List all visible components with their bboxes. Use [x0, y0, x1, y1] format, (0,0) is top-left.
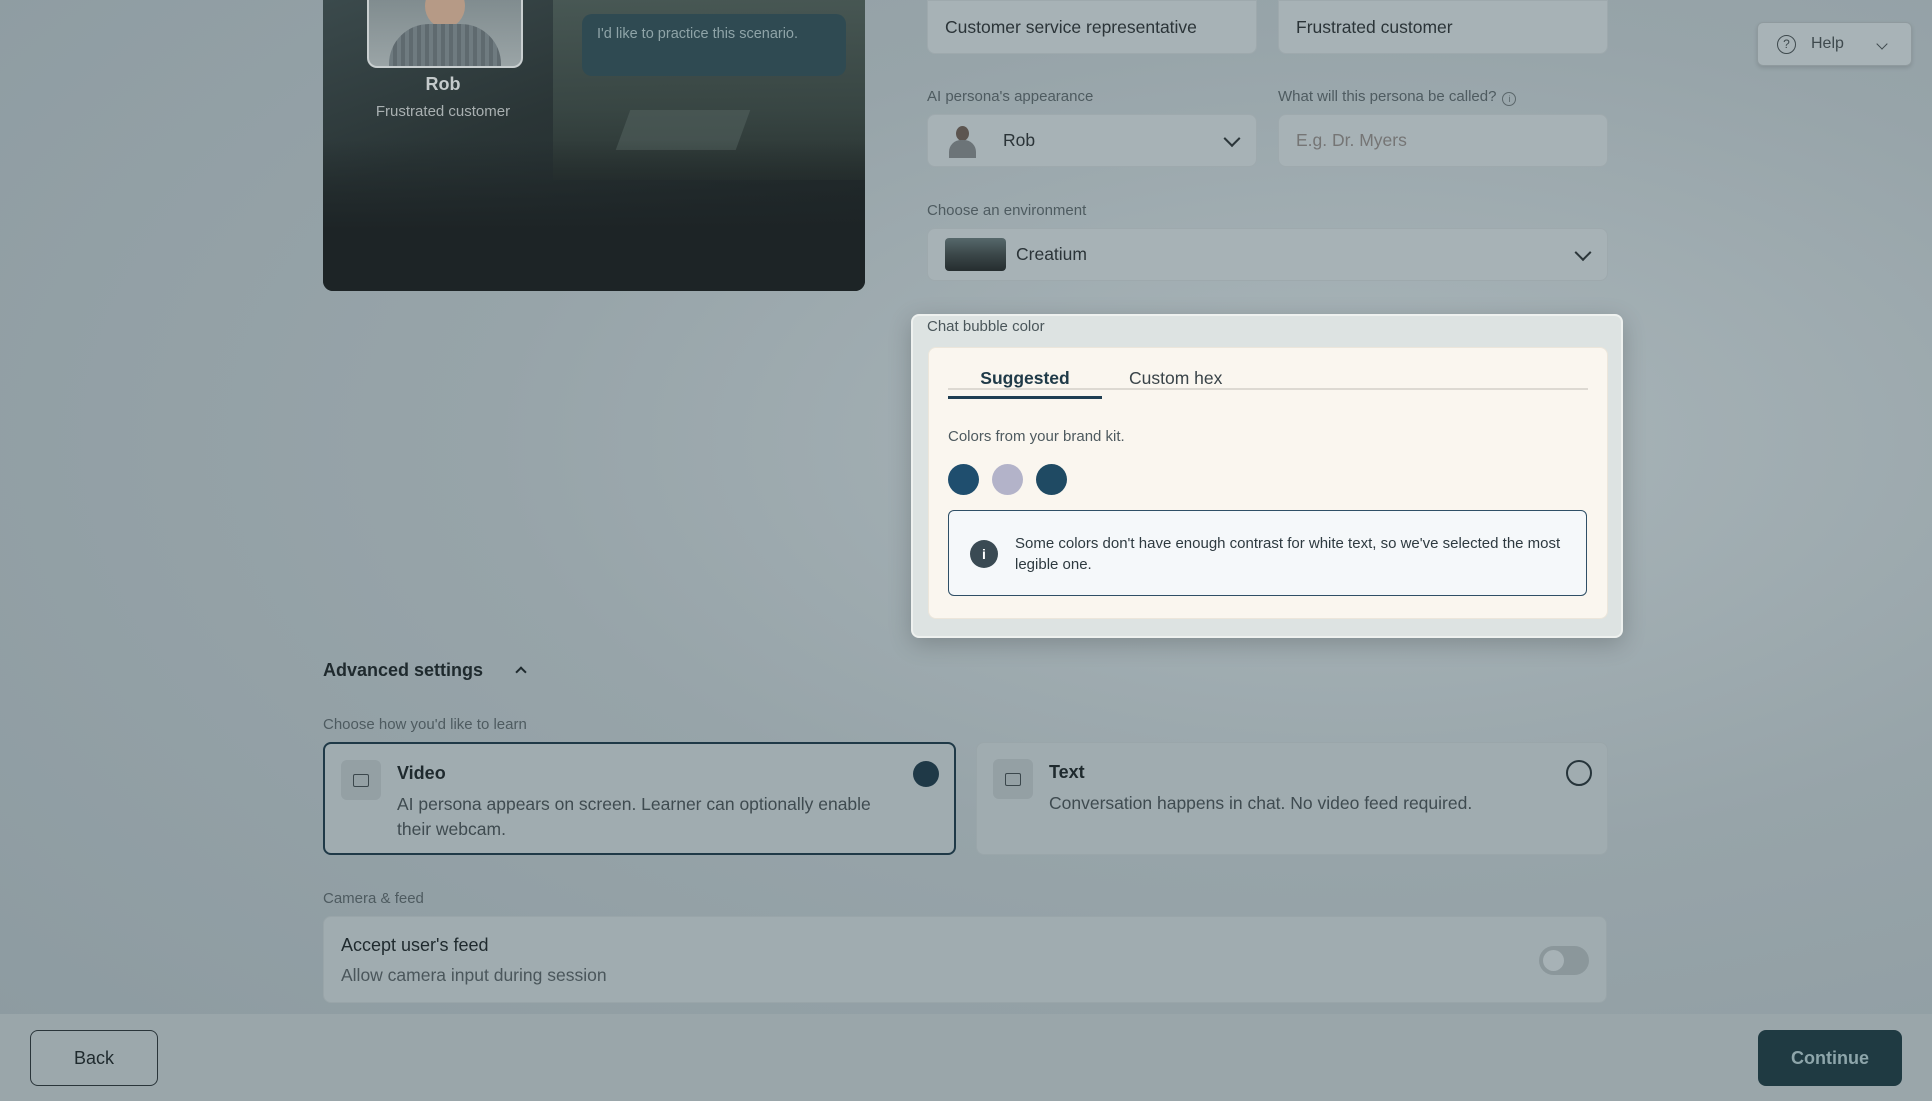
appearance-label: AI persona's appearance [927, 88, 1094, 105]
footer-bar [0, 1014, 1932, 1101]
preview-speech-bubble: I'd like to practice this scenario. [582, 14, 846, 76]
chevron-down-icon [1574, 243, 1592, 261]
color-picker: Suggested Custom hex Colors from your br… [928, 347, 1608, 619]
info-icon[interactable]: i [1502, 92, 1517, 106]
chat-icon [993, 759, 1033, 799]
color-tabs: Suggested Custom hex [948, 362, 1588, 399]
chevron-down-icon [1223, 129, 1241, 147]
color-swatch[interactable] [1036, 464, 1067, 495]
color-swatch[interactable] [948, 464, 979, 495]
environment-selected-value: Creatium [1016, 244, 1087, 264]
appearance-selected-value: Rob [1003, 130, 1036, 150]
environment-label: Choose an environment [927, 202, 1087, 219]
ai-role-field[interactable]: Frustrated customer [1278, 0, 1608, 54]
chat-bubble-color-panel: Chat bubble color Suggested Custom hex C… [911, 314, 1623, 638]
mode-description: AI persona appears on screen. Learner ca… [397, 794, 871, 839]
scenario-preview: Rob Frustrated customer I'd like to prac… [323, 0, 865, 291]
accept-feed-description: Allow camera input during session [341, 965, 607, 985]
accept-feed-title: Accept user's feed [341, 935, 489, 955]
tab-suggested[interactable]: Suggested [948, 368, 1102, 399]
chat-bubble-color-label: Chat bubble color [927, 318, 1045, 335]
back-button[interactable]: Back [30, 1030, 158, 1086]
preview-persona-role: Frustrated customer [375, 103, 511, 120]
persona-name-input[interactable] [1278, 114, 1608, 167]
mode-description: Conversation happens in chat. No video f… [1049, 793, 1473, 813]
video-icon-glyph [353, 774, 369, 787]
accept-feed-row: Accept user's feed Allow camera input du… [323, 916, 1607, 1003]
persona-avatar [367, 0, 523, 68]
persona-called-label-text: What will this persona be called? [1278, 88, 1497, 105]
accept-feed-toggle[interactable] [1539, 946, 1589, 975]
toggle-knob [1543, 950, 1564, 971]
mode-title: Text [1049, 762, 1085, 782]
mini-avatar-body [949, 139, 976, 158]
environment-select[interactable]: Creatium [927, 228, 1608, 281]
learner-role-field[interactable]: Customer service representative [927, 0, 1257, 54]
continue-button[interactable]: Continue [1758, 1030, 1902, 1086]
tab-custom-hex[interactable]: Custom hex [1129, 368, 1222, 389]
color-swatch[interactable] [992, 464, 1023, 495]
contrast-notice: i Some colors don't have enough contrast… [948, 510, 1587, 596]
persona-called-label: What will this persona be called? i [1278, 88, 1517, 106]
info-icon: i [970, 540, 998, 568]
appearance-select[interactable]: Rob [927, 114, 1257, 167]
mode-option-text[interactable]: Text Conversation happens in chat. No vi… [976, 742, 1608, 855]
environment-thumbnail [945, 238, 1006, 271]
radio-unselected[interactable] [1566, 760, 1592, 786]
radio-selected[interactable] [913, 761, 939, 787]
learn-mode-label: Choose how you'd like to learn [323, 716, 527, 733]
preview-shadow [323, 140, 865, 291]
help-button[interactable]: ? Help [1757, 22, 1912, 66]
mini-avatar-head [956, 125, 969, 141]
brand-kit-note: Colors from your brand kit. [948, 428, 1125, 445]
help-label: Help [1811, 35, 1844, 52]
camera-feed-label: Camera & feed [323, 890, 424, 907]
persona-avatar-body [389, 24, 501, 66]
chevron-down-icon [1876, 38, 1888, 50]
preview-persona-name: Rob [425, 74, 461, 94]
question-icon: ? [1777, 34, 1796, 54]
mode-title: Video [397, 763, 446, 783]
mode-option-video[interactable]: Video AI persona appears on screen. Lear… [323, 742, 956, 855]
appearance-avatar [945, 124, 979, 158]
chevron-up-icon[interactable] [515, 666, 527, 678]
video-icon [341, 760, 381, 800]
contrast-notice-text: Some colors don't have enough contrast f… [1015, 535, 1561, 573]
chat-icon-glyph [1005, 773, 1021, 786]
advanced-settings-toggle[interactable]: Advanced settings [323, 660, 483, 681]
